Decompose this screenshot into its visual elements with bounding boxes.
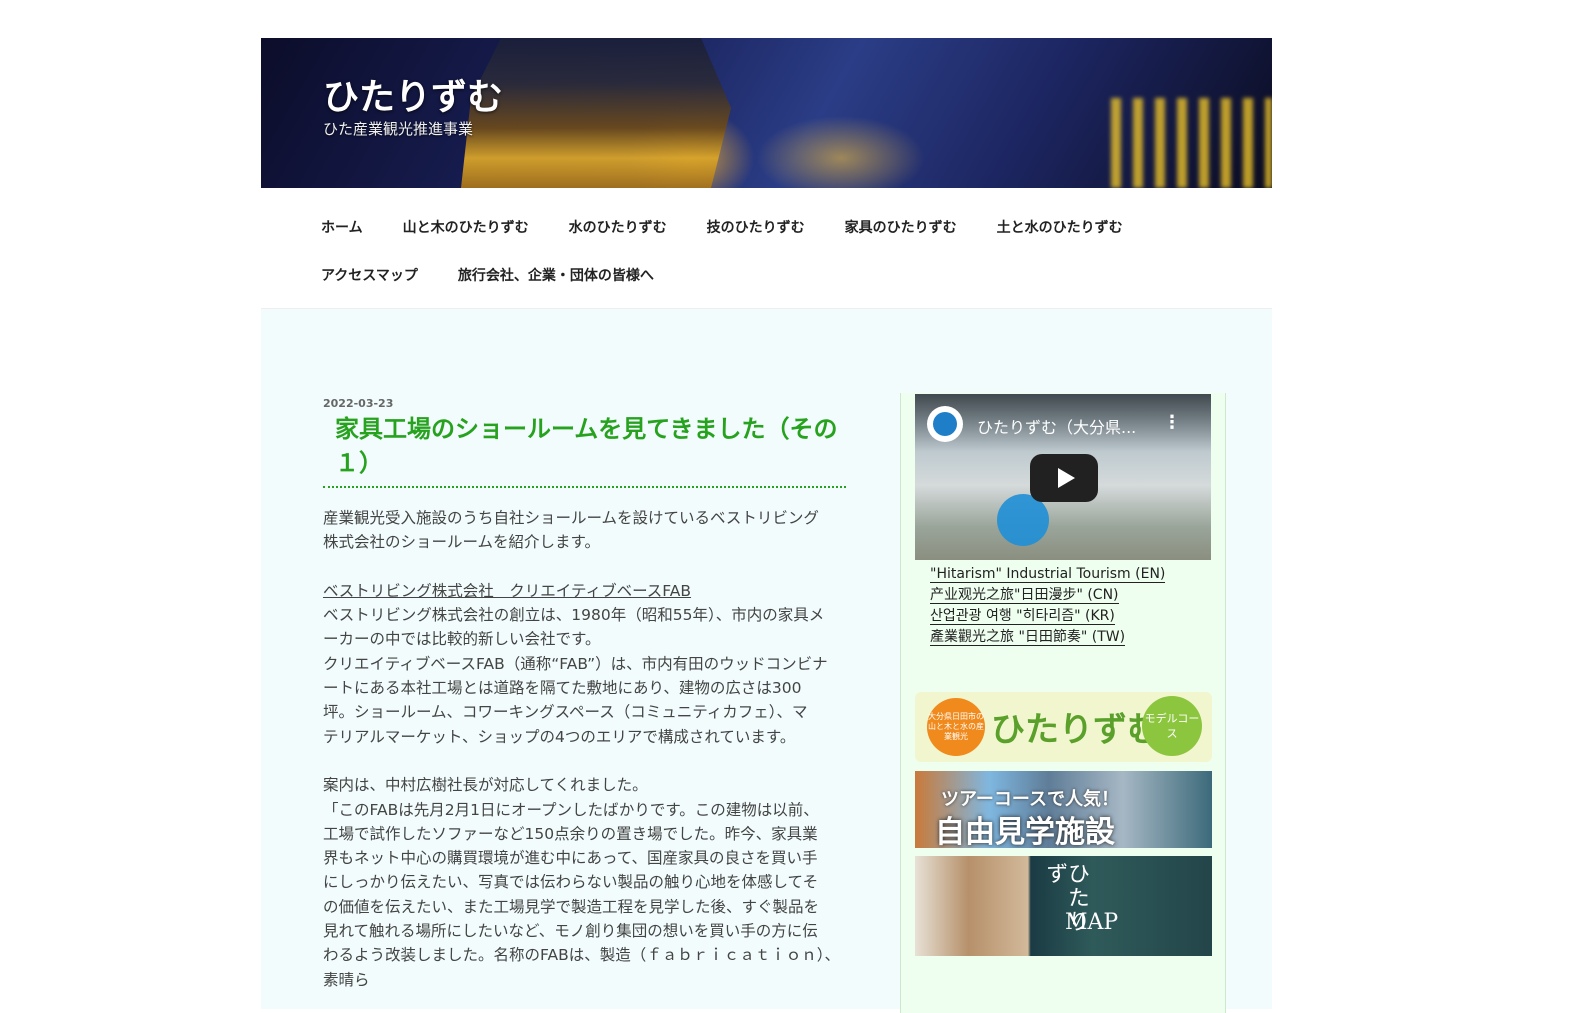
free-tour-facilities-banner[interactable]: ツアーコースで人気！ 自由見学施設 <box>915 771 1212 848</box>
post-paragraph-line: ーカーの中では比較的新しい会社です。 <box>323 630 601 649</box>
post-paragraph-line: 株式会社のショールームを紹介します。 <box>323 533 600 552</box>
post-paragraph-line: 工場で試作したソファーなど150点余りの置き場でした。昨今、家具業 <box>323 824 818 843</box>
main-navigation: ホーム 山と木のひたりずむ 水のひたりずむ 技のひたりずむ 家具のひたりずむ 土… <box>261 188 1272 309</box>
video-link-kr[interactable]: 산업관광 여행 "히타리즘" (KR) <box>930 609 1115 625</box>
video-link-cn[interactable]: 产业观光之旅"日田漫步" (CN) <box>930 588 1119 604</box>
nav-row-2: アクセスマップ 旅行会社、企業・団体の皆様へ <box>321 265 654 285</box>
post-paragraph-line: 界もネット中心の購買環境が進む中にあって、国産家具の良さを買い手 <box>323 849 818 868</box>
nav-row-1: ホーム 山と木のひたりずむ 水のひたりずむ 技のひたりずむ 家具のひたりずむ 土… <box>321 217 1123 237</box>
header-lights-image <box>1111 98 1272 188</box>
youtube-video-embed[interactable]: ひたりずむ（大分県... ⋮ <box>915 394 1211 560</box>
map-banner[interactable]: ひたりず MAP <box>915 856 1212 956</box>
nav-item-soil-water[interactable]: 土と水のひたりずむ <box>997 217 1123 237</box>
post-paragraph-line: にしっかり伝えたい、写真では伝わらない製品の触り心地を体感してそ <box>323 873 819 892</box>
nav-item-skill[interactable]: 技のひたりずむ <box>707 217 805 237</box>
site-header: ひたりずむ ひた産業観光推進事業 <box>261 38 1272 188</box>
nav-item-water[interactable]: 水のひたりずむ <box>569 217 667 237</box>
banner-map-text: MAP <box>1065 910 1119 935</box>
site-description: ひた産業観光推進事業 <box>323 120 474 138</box>
play-button[interactable] <box>1030 454 1098 502</box>
banner-map-vertical-text: ひたりず <box>1042 862 1089 934</box>
page: ひたりずむ ひた産業観光推進事業 ホーム 山と木のひたりずむ 水のひたりずむ 技… <box>261 38 1272 1013</box>
model-course-banner[interactable]: 大分県日田市の山と木と水の産業観光 ひたりずむ モデルコース <box>915 692 1212 762</box>
post-paragraph-line: 「このFABは先月2月1日にオープンしたばかりです。この建物は以前、 <box>323 800 819 819</box>
banner-region-badge: 大分県日田市の山と木と水の産業観光 <box>927 698 985 756</box>
post-paragraph-line: クリエイティブベースFAB（通称“FAB”）は、市内有田のウッドコンビナ <box>323 654 828 673</box>
post-paragraph-line: 坪。ショールーム、コワーキングスペース（コミュニティカフェ）、マ <box>323 703 808 722</box>
channel-logo-icon[interactable] <box>927 406 963 442</box>
post-paragraph-line: テリアルマーケット、ショップの4つのエリアで構成されています。 <box>323 727 796 746</box>
sidebar: ひたりずむ（大分県... ⋮ "Hitarism" Industrial Tou… <box>900 393 1226 1013</box>
post-paragraph-line: ートにある本社工場とは道路を隔てた敷地にあり、建物の広さは300 <box>323 679 802 698</box>
post-paragraph-line: 産業観光受入施設のうち自社ショールームを設けているベストリビング <box>323 509 819 527</box>
post-paragraph-line: ベストリビング株式会社の創立は、1980年（昭和55年）、市内の家具メ <box>323 606 825 625</box>
banner-model-course-badge: モデルコース <box>1142 696 1202 756</box>
more-options-icon[interactable]: ⋮ <box>1163 412 1181 433</box>
nav-item-mountain-wood[interactable]: 山と木のひたりずむ <box>403 217 529 237</box>
post-paragraph-line: の価値を伝えたい、また工場見学で製造工程を見学した後、すぐ製品を <box>323 897 820 916</box>
post-paragraph-line: 見れて触れる場所にしたいなど、モノ創り集団の想いを買い手の方に伝 <box>323 922 818 941</box>
post-body: 産業観光受入施設のうち自社ショールームを設けているベストリビング 株式会社のショ… <box>323 506 848 992</box>
video-link-tw[interactable]: 產業觀光之旅 "日田節奏" (TW) <box>930 630 1126 646</box>
play-icon <box>1057 468 1075 488</box>
video-title[interactable]: ひたりずむ（大分県... <box>977 414 1136 438</box>
nav-item-home[interactable]: ホーム <box>321 217 363 237</box>
video-link-en[interactable]: "Hitarism" Industrial Tourism (EN) <box>930 567 1166 583</box>
post-title: 家具工場のショールームを見てきました（その１） <box>323 412 846 488</box>
post-paragraph-line: わるよう改装しました。名称のFABは、製造（ｆａｂｒｉｃａｔｉｏｎ）、素晴ら <box>323 946 840 989</box>
post-article: 2022-03-23 家具工場のショールームを見てきました（その１） 産業観光受… <box>323 397 848 992</box>
site-title[interactable]: ひたりずむ <box>323 68 503 120</box>
nav-item-for-companies[interactable]: 旅行会社、企業・団体の皆様へ <box>458 265 654 285</box>
nav-item-furniture[interactable]: 家具のひたりずむ <box>845 217 957 237</box>
banner-brand-text: ひたりずむ <box>991 710 1161 750</box>
company-link[interactable]: ベストリビング株式会社 クリエイティブベースFAB <box>323 582 691 600</box>
main-area: 2022-03-23 家具工場のショールームを見てきました（その１） 産業観光受… <box>261 309 1272 1013</box>
post-paragraph-line: 案内は、中村広樹社長が対応してくれました。 <box>323 776 648 795</box>
banner-tour-title: 自由見学施設 <box>935 815 1115 848</box>
video-language-links: "Hitarism" Industrial Tourism (EN) 产业观光之… <box>930 567 1166 651</box>
nav-item-access-map[interactable]: アクセスマップ <box>321 265 418 285</box>
post-date: 2022-03-23 <box>323 397 394 410</box>
